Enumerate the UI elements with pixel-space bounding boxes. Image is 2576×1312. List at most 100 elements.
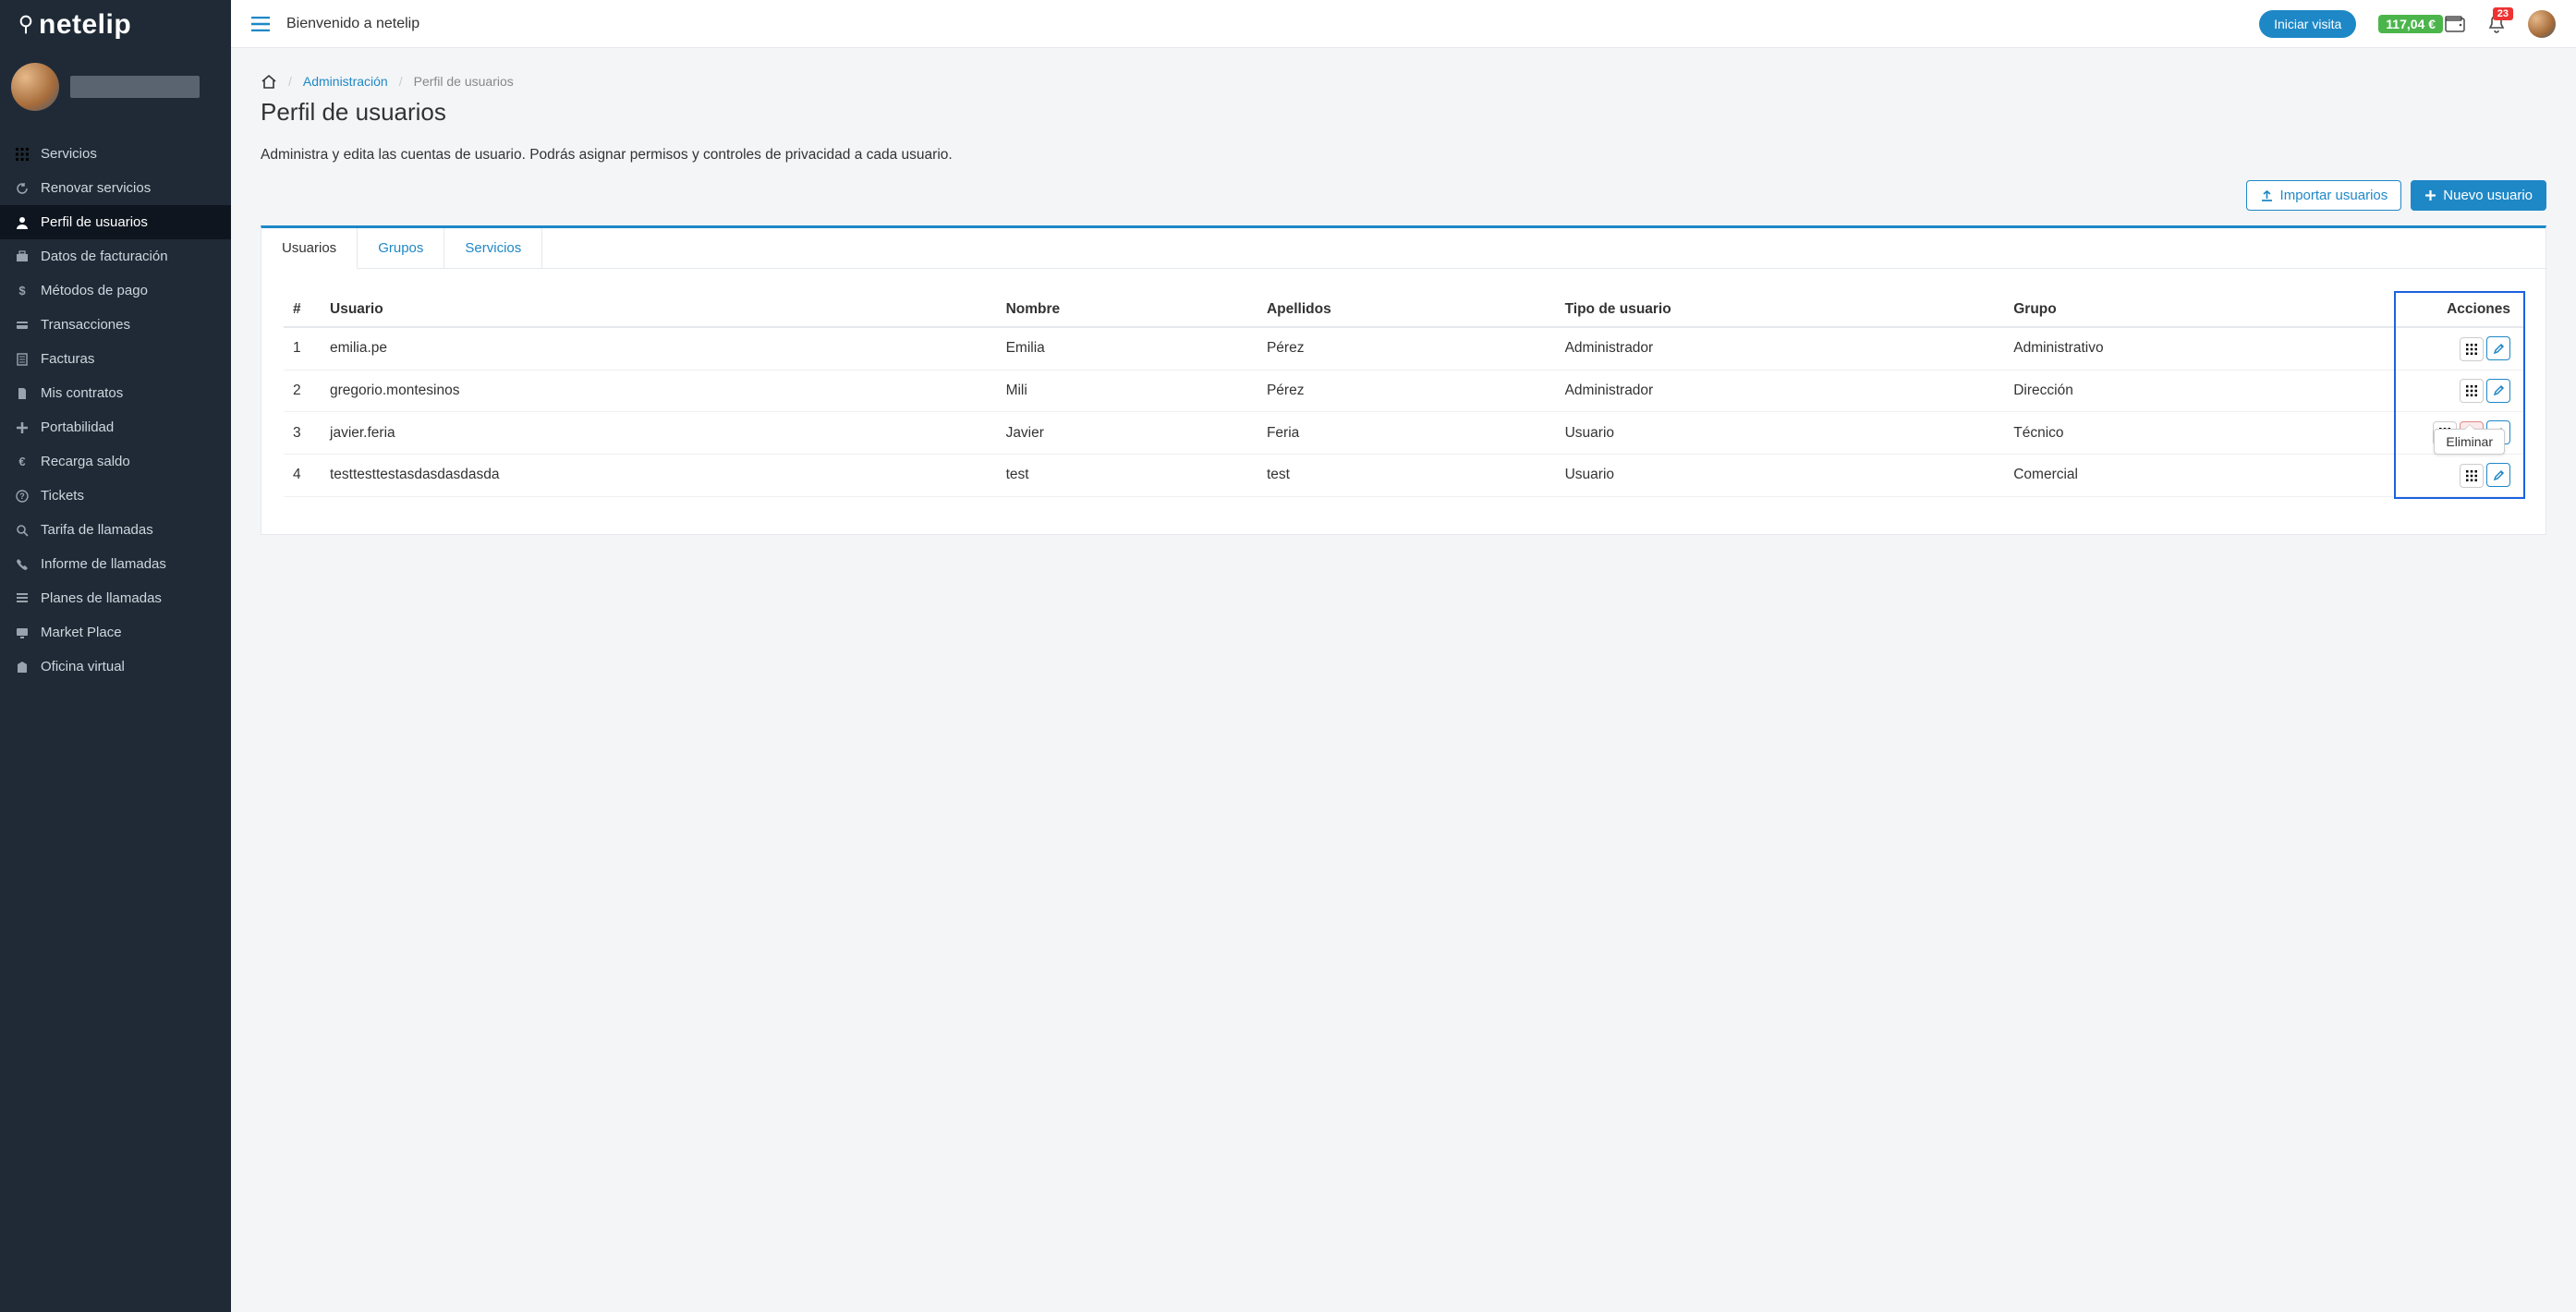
sidebar-item-renovar-servicios[interactable]: Renovar servicios — [0, 171, 231, 205]
col-num: # — [284, 293, 321, 327]
welcome-text: Bienvenido a netelip — [286, 16, 419, 32]
cell-surname: Pérez — [1258, 370, 1556, 412]
sidebar-item-datos-de-facturación[interactable]: Datos de facturación — [0, 239, 231, 273]
sidebar-item-label: Renovar servicios — [41, 180, 151, 196]
plus-icon — [15, 421, 30, 434]
refresh-icon — [15, 182, 30, 195]
col-user: Usuario — [321, 293, 997, 327]
sidebar-nav: Servicios Renovar servicios Perfil de usua… — [0, 137, 231, 684]
sidebar-item-label: Planes de llamadas — [41, 590, 162, 606]
header-avatar[interactable] — [2528, 10, 2556, 38]
sidebar-item-métodos-de-pago[interactable]: $ Métodos de pago — [0, 273, 231, 308]
row-edit-button[interactable] — [2486, 463, 2510, 487]
cell-surname: test — [1258, 455, 1556, 497]
tab-groups[interactable]: Grupos — [358, 228, 444, 268]
grid-icon — [15, 148, 30, 161]
row-grid-button[interactable] — [2460, 379, 2484, 403]
help-icon: ? — [15, 490, 30, 503]
cell-type: Usuario — [1556, 455, 2005, 497]
sidebar-item-label: Servicios — [41, 146, 97, 162]
import-users-label: Importar usuarios — [2280, 188, 2388, 203]
notification-badge: 23 — [2493, 7, 2513, 20]
users-panel: Usuarios Grupos Servicios # Usuario Nomb… — [261, 225, 2546, 535]
row-edit-button[interactable] — [2486, 379, 2510, 403]
sidebar-item-tickets[interactable]: ?Tickets — [0, 479, 231, 513]
cell-num: 3 — [284, 412, 321, 455]
logo-pin-icon — [18, 15, 33, 35]
table-row: 2gregorio.montesinosMiliPérezAdministrad… — [284, 370, 2523, 412]
cell-group: Administrativo — [2004, 327, 2394, 370]
sidebar-item-transacciones[interactable]: Transacciones — [0, 308, 231, 342]
breadcrumb-sep: / — [399, 74, 403, 89]
sidebar-item-label: Recarga saldo — [41, 454, 130, 469]
page-title: Perfil de usuarios — [261, 98, 2546, 127]
user-icon — [15, 216, 30, 229]
col-group: Grupo — [2004, 293, 2394, 327]
briefcase-icon — [15, 250, 30, 263]
sidebar-item-tarifa-de-llamadas[interactable]: Tarifa de llamadas — [0, 513, 231, 547]
sidebar-item-mis-contratos[interactable]: Mis contratos — [0, 376, 231, 410]
tab-services[interactable]: Servicios — [444, 228, 542, 268]
row-edit-button[interactable] — [2486, 336, 2510, 360]
page-actions: Importar usuarios Nuevo usuario — [261, 180, 2546, 211]
table-row: 4testtesttestasdasdasdasdatesttestUsuari… — [284, 455, 2523, 497]
logo-text: netelip — [39, 9, 131, 41]
cell-type: Administrador — [1556, 370, 2005, 412]
start-visit-button[interactable]: Iniciar visita — [2259, 10, 2356, 38]
cell-type: Usuario — [1556, 412, 2005, 455]
monitor-icon — [15, 626, 30, 639]
home-icon[interactable] — [261, 74, 277, 89]
table-row: 3javier.feriaJavierFeriaUsuarioTécnico — [284, 412, 2523, 455]
svg-text:$: $ — [18, 285, 26, 298]
plan-icon — [15, 592, 30, 605]
phone-icon — [15, 558, 30, 571]
cell-num: 4 — [284, 455, 321, 497]
col-surname: Apellidos — [1258, 293, 1556, 327]
sidebar-item-servicios[interactable]: Servicios — [0, 137, 231, 171]
breadcrumb-sep: / — [288, 74, 292, 89]
sidebar-item-perfil-de-usuarios[interactable]: Perfil de usuarios — [0, 205, 231, 239]
notifications-button[interactable]: 23 — [2487, 14, 2506, 34]
logo[interactable]: netelip — [0, 0, 231, 44]
plus-icon — [2424, 189, 2436, 201]
cell-num: 2 — [284, 370, 321, 412]
sidebar-item-portabilidad[interactable]: Portabilidad — [0, 410, 231, 444]
sidebar-item-recarga-saldo[interactable]: € Recarga saldo — [0, 444, 231, 479]
svg-text:€: € — [18, 456, 25, 468]
sidebar-profile[interactable] — [0, 44, 231, 137]
card-icon — [15, 319, 30, 332]
sidebar-item-market-place[interactable]: Market Place — [0, 615, 231, 650]
new-user-button[interactable]: Nuevo usuario — [2411, 180, 2546, 211]
balance-amount: 117,04 € — [2378, 15, 2443, 33]
cell-user: testtesttestasdasdasdasda — [321, 455, 997, 497]
col-actions: Acciones — [2394, 293, 2523, 327]
breadcrumb: / Administración / Perfil de usuarios — [261, 74, 2546, 89]
cell-actions — [2394, 327, 2523, 370]
page-description: Administra y edita las cuentas de usuari… — [261, 147, 2546, 164]
sidebar-item-label: Market Place — [41, 625, 122, 640]
sidebar-item-label: Portabilidad — [41, 419, 114, 435]
delete-tooltip: Eliminar — [2434, 429, 2505, 455]
users-table: # Usuario Nombre Apellidos Tipo de usuar… — [284, 293, 2523, 497]
cell-user: emilia.pe — [321, 327, 997, 370]
breadcrumb-admin-link[interactable]: Administración — [303, 74, 388, 89]
row-grid-button[interactable] — [2460, 337, 2484, 361]
office-icon — [15, 661, 30, 674]
sidebar-item-label: Métodos de pago — [41, 283, 148, 298]
cell-num: 1 — [284, 327, 321, 370]
import-users-button[interactable]: Importar usuarios — [2246, 180, 2402, 211]
breadcrumb-current: Perfil de usuarios — [414, 74, 514, 89]
sidebar-item-oficina-virtual[interactable]: Oficina virtual — [0, 650, 231, 684]
cell-name: Mili — [997, 370, 1258, 412]
sidebar-item-facturas[interactable]: Facturas — [0, 342, 231, 376]
row-grid-button[interactable] — [2460, 464, 2484, 488]
tab-users[interactable]: Usuarios — [261, 228, 358, 269]
sidebar-item-informe-de-llamadas[interactable]: Informe de llamadas — [0, 547, 231, 581]
sidebar-item-label: Transacciones — [41, 317, 130, 333]
dollar-icon: $ — [15, 285, 30, 298]
sidebar-item-planes-de-llamadas[interactable]: Planes de llamadas — [0, 581, 231, 615]
menu-toggle-icon[interactable] — [251, 17, 270, 31]
balance-widget[interactable]: 117,04 € — [2378, 15, 2465, 33]
cell-actions — [2394, 370, 2523, 412]
cell-group: Comercial — [2004, 455, 2394, 497]
